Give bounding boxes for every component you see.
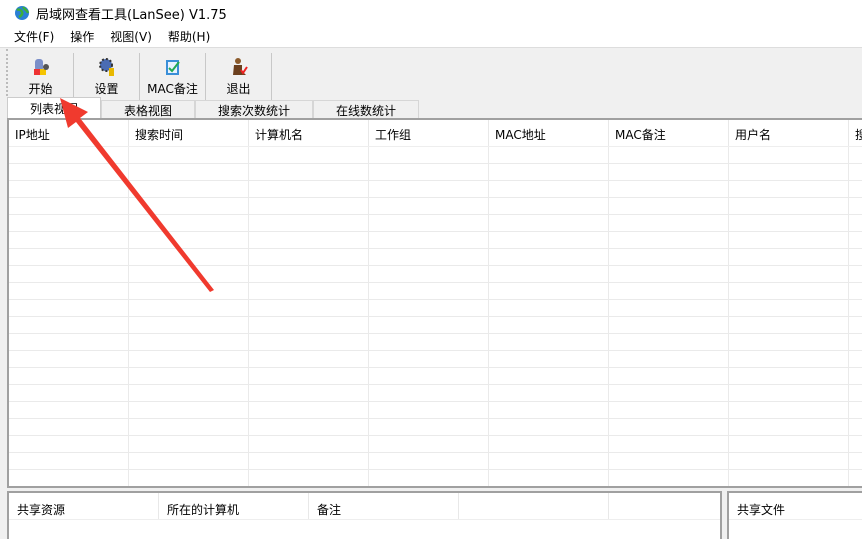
settings-button[interactable]: 设置 <box>74 53 140 100</box>
column-mac[interactable]: MAC地址 <box>489 120 609 146</box>
exit-icon <box>232 57 248 75</box>
window-title: 局域网查看工具(LanSee) V1.75 <box>36 7 227 23</box>
settings-gear-icon <box>98 57 114 76</box>
mac-note-button[interactable]: MAC备注 <box>140 53 206 100</box>
files-panel[interactable]: 共享文件 <box>727 491 862 539</box>
files-header: 共享文件 <box>729 493 862 520</box>
column-host-computer[interactable]: 所在的计算机 <box>159 493 309 519</box>
menu-file[interactable]: 文件(F) <box>14 28 54 45</box>
column-note[interactable]: 备注 <box>309 493 459 519</box>
mac-note-icon <box>165 59 180 75</box>
start-icon <box>33 58 49 75</box>
shares-panel[interactable]: 共享资源 所在的计算机 备注 <box>7 491 722 539</box>
tab-search-count[interactable]: 搜索次数统计 <box>195 100 314 119</box>
globe-icon <box>15 6 30 20</box>
column-computer-name[interactable]: 计算机名 <box>249 120 369 146</box>
list-grid <box>9 147 862 486</box>
menu-bar: 文件(F) 操作 视图(V) 帮助(H) <box>0 26 862 48</box>
column-mac-note[interactable]: MAC备注 <box>609 120 729 146</box>
column-shared-file[interactable]: 共享文件 <box>729 493 862 519</box>
menu-view[interactable]: 视图(V) <box>110 28 152 45</box>
start-button[interactable]: 开始 <box>8 53 74 100</box>
column-ip[interactable]: IP地址 <box>9 120 129 146</box>
menu-operation[interactable]: 操作 <box>70 28 94 45</box>
host-list[interactable]: IP地址 搜索时间 计算机名 工作组 MAC地址 MAC备注 用户名 搜 <box>7 118 862 488</box>
column-search-time[interactable]: 搜索时间 <box>129 120 249 146</box>
tab-table-view[interactable]: 表格视图 <box>101 100 196 119</box>
column-workgroup[interactable]: 工作组 <box>369 120 489 146</box>
column-share[interactable]: 共享资源 <box>9 493 159 519</box>
view-tabs: 列表视图 表格视图 搜索次数统计 在线数统计 <box>7 97 420 119</box>
column-empty[interactable] <box>459 493 609 519</box>
shares-header: 共享资源 所在的计算机 备注 <box>9 493 720 520</box>
tab-list-view[interactable]: 列表视图 <box>7 97 102 119</box>
menu-help[interactable]: 帮助(H) <box>168 28 210 45</box>
toolbar: 开始 设置 MAC备注 退出 <box>6 49 862 100</box>
column-username[interactable]: 用户名 <box>729 120 849 146</box>
exit-button[interactable]: 退出 <box>206 53 272 100</box>
tab-online-count[interactable]: 在线数统计 <box>313 100 420 119</box>
column-more[interactable]: 搜 <box>849 120 862 146</box>
title-bar: 局域网查看工具(LanSee) V1.75 <box>0 0 862 26</box>
list-header: IP地址 搜索时间 计算机名 工作组 MAC地址 MAC备注 用户名 搜 <box>9 120 862 147</box>
